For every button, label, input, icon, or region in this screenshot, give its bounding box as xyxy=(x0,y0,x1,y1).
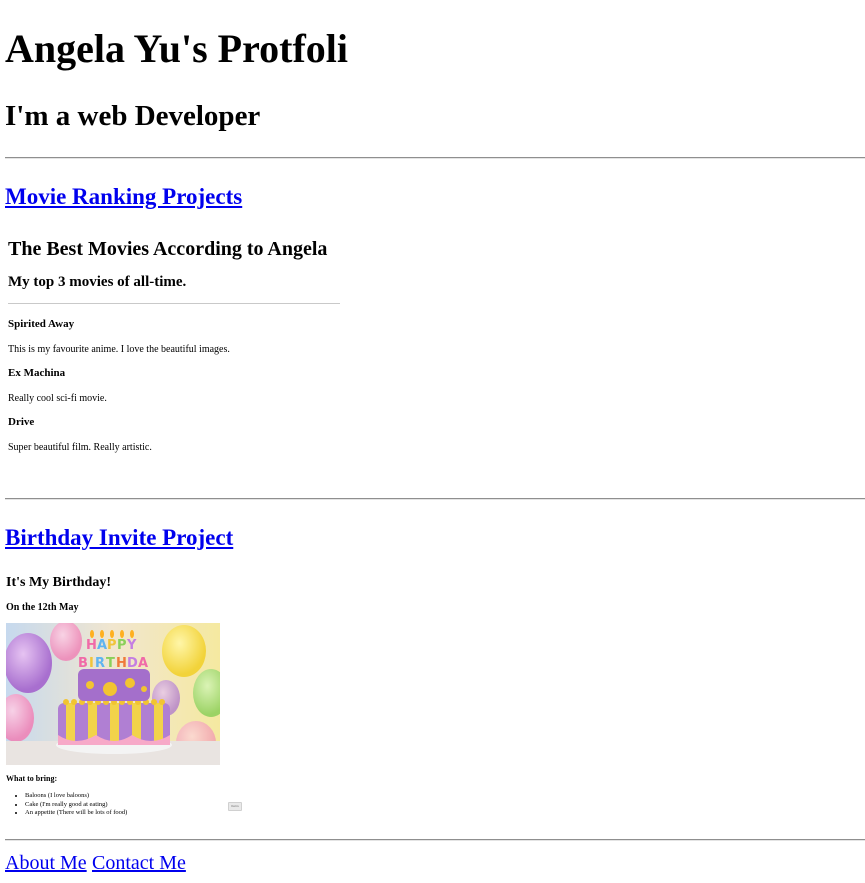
movie-description-2: Really cool sci-fi movie. xyxy=(8,393,107,404)
svg-text:Y: Y xyxy=(126,638,137,653)
list-item: Baloons (I love baloons) xyxy=(25,792,127,801)
movie-title-1: Spirited Away xyxy=(8,318,75,330)
bring-list: Baloons (I love baloons) Cake (I'm reall… xyxy=(6,792,127,818)
movie-page-title: The Best Movies According to Angela xyxy=(8,238,328,260)
list-item: An appetite (There will be lots of food) xyxy=(25,809,127,818)
svg-text:A: A xyxy=(138,656,148,671)
divider xyxy=(5,157,865,159)
contact-me-link[interactable]: Contact Me xyxy=(92,851,186,875)
birthday-cake-image: H A P P Y B I R T H D A xyxy=(6,623,220,765)
movie-title-3: Drive xyxy=(8,416,35,428)
svg-text:B: B xyxy=(78,656,88,671)
movie-page-subtitle: My top 3 movies of all-time. xyxy=(8,274,187,290)
divider xyxy=(5,839,865,841)
svg-text:D: D xyxy=(127,656,138,671)
svg-text:I: I xyxy=(89,656,94,671)
birthday-invite-project-link[interactable]: Birthday Invite Project xyxy=(5,524,233,552)
svg-text:P: P xyxy=(107,638,117,653)
what-to-bring-label: What to bring: xyxy=(6,774,58,783)
birthday-page-title: It's My Birthday! xyxy=(6,575,111,590)
svg-text:R: R xyxy=(95,656,105,671)
about-me-link[interactable]: About Me xyxy=(5,851,87,875)
movie-description-1: This is my favourite anime. I love the b… xyxy=(8,344,230,355)
svg-text:A: A xyxy=(97,638,107,653)
page-subtitle: I'm a web Developer xyxy=(5,100,261,132)
movie-title-2: Ex Machina xyxy=(8,367,66,379)
svg-text:H: H xyxy=(86,638,97,653)
movie-page-divider xyxy=(8,303,340,304)
page-title: Angela Yu's Protfoli xyxy=(5,26,348,71)
form-button[interactable]: Form xyxy=(228,802,242,811)
svg-text:P: P xyxy=(117,638,127,653)
divider xyxy=(5,498,865,500)
svg-text:H: H xyxy=(116,656,127,671)
birthday-page-date: On the 12th May xyxy=(6,602,79,613)
movie-description-3: Super beautiful film. Really artistic. xyxy=(8,442,152,453)
svg-text:T: T xyxy=(106,656,115,671)
list-item: Cake (I'm really good at eating) xyxy=(25,801,127,810)
movie-ranking-project-link[interactable]: Movie Ranking Projects xyxy=(5,183,242,211)
